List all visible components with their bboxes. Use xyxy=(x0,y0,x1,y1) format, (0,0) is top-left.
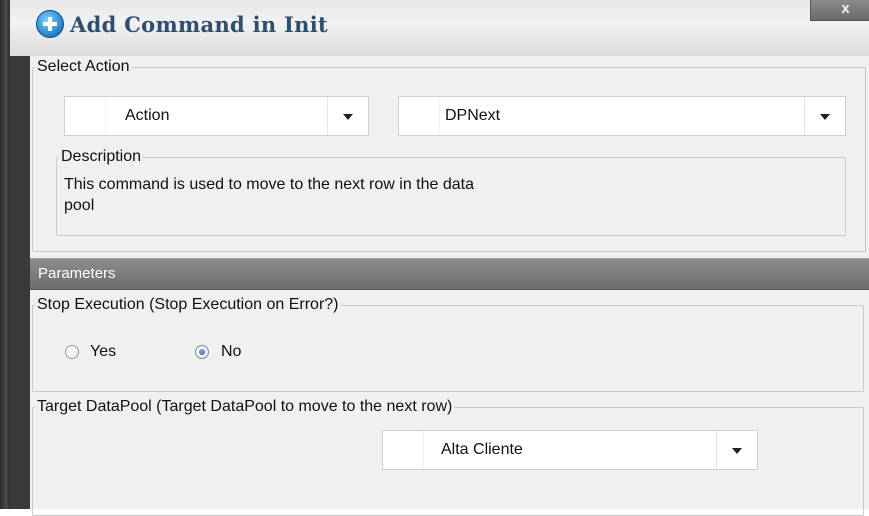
target-datapool-value: Alta Cliente xyxy=(441,441,523,458)
parameters-header-label: Parameters xyxy=(38,265,116,282)
radio-yes[interactable] xyxy=(65,345,79,359)
dialog-window: Add Command in Init x Select Action Acti… xyxy=(0,0,869,516)
select-action-legend: Select Action xyxy=(37,58,130,75)
close-button[interactable]: x xyxy=(810,0,869,21)
radio-no-label[interactable]: No xyxy=(221,343,241,361)
window-title: Add Command in Init xyxy=(70,12,329,37)
parameters-header: Parameters xyxy=(30,258,869,290)
chevron-down-icon[interactable] xyxy=(716,431,757,469)
target-datapool-legend: Target DataPool (Target DataPool to move… xyxy=(37,398,453,415)
radio-no[interactable] xyxy=(195,345,209,359)
description-legend: Description xyxy=(61,148,142,165)
radio-yes-label[interactable]: Yes xyxy=(90,343,116,361)
window-frame-left xyxy=(0,0,10,509)
combo-lead xyxy=(65,97,106,135)
combo-lead xyxy=(399,97,440,135)
action-type-value: Action xyxy=(125,107,170,124)
action-type-combo[interactable]: Action xyxy=(64,96,369,136)
stop-execution-group: Stop Execution (Stop Execution on Error?… xyxy=(32,296,864,392)
target-datapool-combo[interactable]: Alta Cliente xyxy=(382,430,758,470)
chevron-down-icon[interactable] xyxy=(804,97,845,135)
command-combo[interactable]: DPNext xyxy=(398,96,846,136)
description-line-1: This command is used to move to the next… xyxy=(64,176,474,193)
description-line-2: pool xyxy=(64,197,95,214)
title-bar[interactable]: Add Command in Init x xyxy=(10,0,869,56)
left-border-strip xyxy=(10,56,30,509)
stop-execution-legend: Stop Execution (Stop Execution on Error?… xyxy=(37,296,339,313)
combo-lead xyxy=(383,431,424,469)
chevron-down-icon[interactable] xyxy=(327,97,368,135)
add-command-icon xyxy=(36,10,64,38)
command-value: DPNext xyxy=(445,107,501,124)
